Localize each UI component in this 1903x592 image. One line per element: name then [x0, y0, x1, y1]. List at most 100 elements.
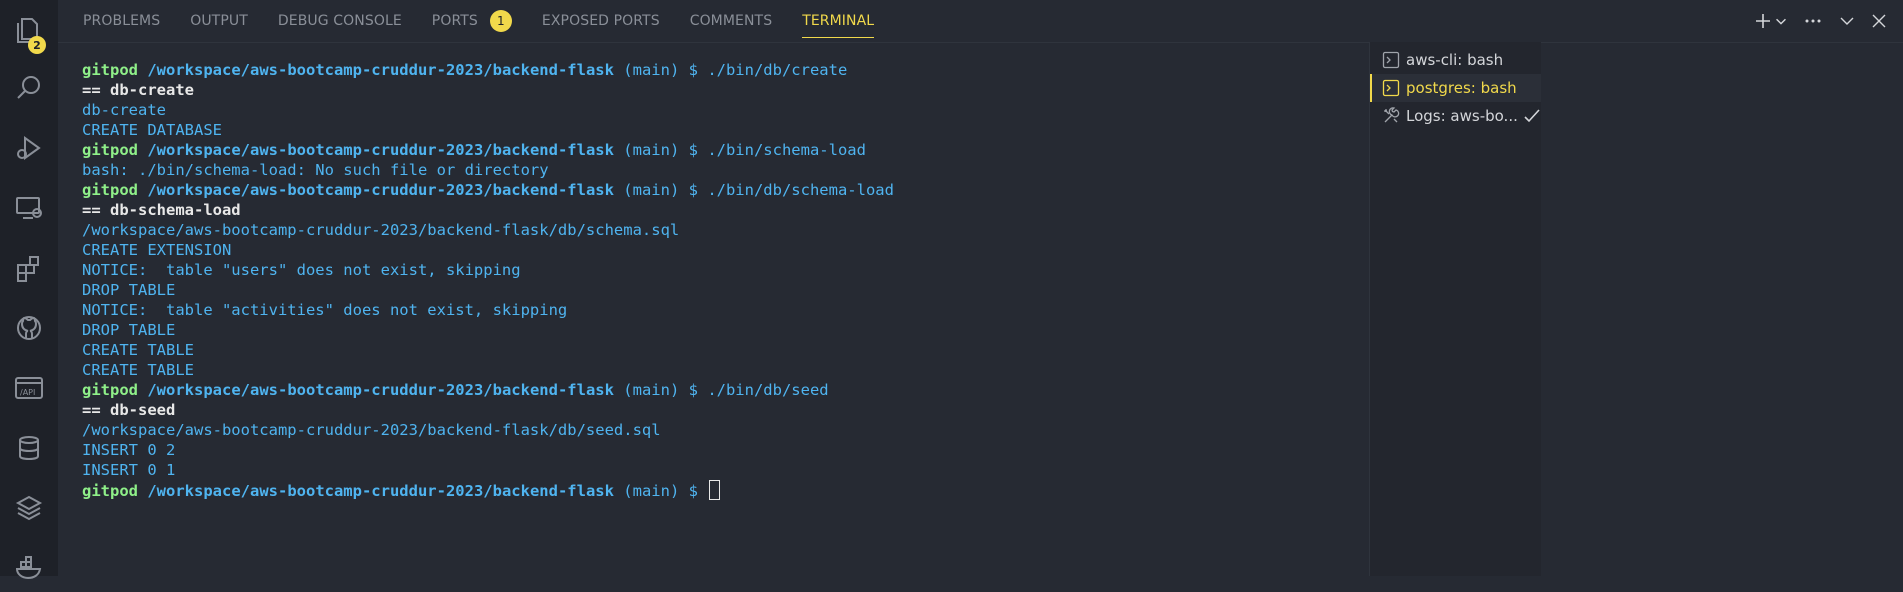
terminal-line: gitpod /workspace/aws-bootcamp-cruddur-2… [82, 380, 1472, 400]
terminal-line: INSERT 0 2 [82, 440, 1472, 460]
terminal-item-postgres[interactable]: postgres: bash [1370, 74, 1541, 102]
output-text: /workspace/aws-bootcamp-cruddur-2023/bac… [82, 421, 661, 439]
bottom-panel: PROBLEMS OUTPUT DEBUG CONSOLE PORTS 1 EXP… [58, 0, 1903, 576]
tab-problems[interactable]: PROBLEMS [83, 0, 160, 42]
command-text: ./bin/db/create [707, 61, 848, 79]
tab-exposed-ports[interactable]: EXPOSED PORTS [542, 0, 660, 42]
tab-label: PROBLEMS [83, 13, 161, 29]
terminal-dropdown-icon[interactable] [1773, 7, 1789, 35]
output-text: CREATE EXTENSION [82, 241, 232, 259]
tab-label: COMMENTS [689, 13, 773, 29]
output-text: INSERT 0 2 [82, 441, 176, 459]
terminal-line: CREATE EXTENSION [82, 240, 1472, 260]
output-text: NOTICE: table "activities" does not exis… [82, 301, 568, 319]
terminal-item-label: Logs: aws-bo... [1406, 107, 1518, 125]
layers-icon[interactable] [0, 484, 58, 532]
tab-label: TERMINAL [802, 13, 875, 29]
output-text: INSERT 0 1 [82, 461, 176, 479]
tools-icon [1382, 107, 1400, 125]
terminal-line: == db-create [82, 80, 1472, 100]
collapse-panel-icon[interactable] [1833, 7, 1861, 35]
terminal-line: NOTICE: table "users" does not exist, sk… [82, 260, 1472, 280]
extensions-icon[interactable] [0, 244, 58, 292]
run-debug-icon[interactable] [0, 124, 58, 172]
prompt-user: gitpod [82, 482, 138, 500]
prompt-user: gitpod [82, 141, 138, 159]
terminal-line: bash: ./bin/schema-load: No such file or… [82, 160, 1472, 180]
panel-header: PROBLEMS OUTPUT DEBUG CONSOLE PORTS 1 EXP… [58, 0, 1903, 43]
terminal-cursor [709, 480, 721, 500]
terminal-icon [1382, 51, 1400, 69]
tab-label: OUTPUT [190, 13, 248, 29]
terminal-line: DROP TABLE [82, 280, 1472, 300]
terminal-item-label: postgres: bash [1406, 79, 1517, 97]
terminal-line: /workspace/aws-bootcamp-cruddur-2023/bac… [82, 420, 1472, 440]
prompt-symbol: $ [688, 141, 698, 159]
prompt-branch: (main) [623, 61, 680, 79]
prompt-branch: (main) [623, 381, 680, 399]
docker-icon[interactable] [0, 544, 58, 592]
terminal-line: gitpod /workspace/aws-bootcamp-cruddur-2… [82, 180, 1472, 200]
output-text: DROP TABLE [82, 281, 176, 299]
prompt-path: /workspace/aws-bootcamp-cruddur-2023/bac… [147, 482, 614, 500]
panel-tabs: PROBLEMS OUTPUT DEBUG CONSOLE PORTS 1 EXP… [83, 0, 904, 42]
database-icon[interactable] [0, 424, 58, 472]
output-text: NOTICE: table "users" does not exist, sk… [82, 261, 521, 279]
github-icon[interactable] [0, 304, 58, 352]
tab-label: DEBUG CONSOLE [277, 13, 402, 29]
check-icon [1523, 107, 1541, 125]
prompt-branch: (main) [623, 181, 680, 199]
section-heading: == db-seed [82, 401, 176, 419]
tab-debug-console[interactable]: DEBUG CONSOLE [278, 0, 402, 42]
output-text: db-create [82, 101, 166, 119]
tab-label: EXPOSED PORTS [541, 13, 660, 29]
search-icon[interactable] [0, 64, 58, 112]
tab-ports[interactable]: PORTS 1 [432, 0, 512, 42]
prompt-symbol: $ [688, 61, 698, 79]
api-icon[interactable]: /API [0, 364, 58, 412]
terminal-line: gitpod /workspace/aws-bootcamp-cruddur-2… [82, 480, 1472, 500]
terminal-item-logs[interactable]: Logs: aws-bo... [1370, 102, 1541, 130]
terminal-item-label: aws-cli: bash [1406, 51, 1504, 69]
terminal-line: NOTICE: table "activities" does not exis… [82, 300, 1472, 320]
prompt-path: /workspace/aws-bootcamp-cruddur-2023/bac… [147, 381, 614, 399]
terminal-line: INSERT 0 1 [82, 460, 1472, 480]
terminal-line: DROP TABLE [82, 320, 1472, 340]
svg-text:/API: /API [20, 388, 35, 397]
prompt-symbol: $ [688, 482, 698, 500]
output-text: CREATE TABLE [82, 361, 194, 379]
prompt-path: /workspace/aws-bootcamp-cruddur-2023/bac… [147, 61, 614, 79]
output-text: CREATE DATABASE [82, 121, 222, 139]
ports-badge: 1 [489, 10, 512, 32]
panel-actions [1747, 0, 1893, 42]
output-text: CREATE TABLE [82, 341, 194, 359]
prompt-user: gitpod [82, 181, 138, 199]
output-text: DROP TABLE [82, 321, 176, 339]
command-text: ./bin/db/schema-load [707, 181, 894, 199]
files-icon[interactable]: 2 [0, 6, 58, 54]
tab-label: PORTS [431, 13, 478, 29]
tab-output[interactable]: OUTPUT [190, 0, 248, 42]
prompt-user: gitpod [82, 381, 138, 399]
terminal-list: aws-cli: bash postgres: bash Logs: aws-b… [1369, 42, 1541, 576]
prompt-symbol: $ [688, 381, 698, 399]
prompt-branch: (main) [623, 482, 680, 500]
terminal-output[interactable]: gitpod /workspace/aws-bootcamp-cruddur-2… [82, 60, 1472, 560]
prompt-user: gitpod [82, 61, 138, 79]
terminal-item-aws-cli[interactable]: aws-cli: bash [1370, 46, 1541, 74]
more-actions-icon[interactable] [1799, 7, 1827, 35]
tab-terminal[interactable]: TERMINAL [802, 0, 875, 42]
terminal-line: gitpod /workspace/aws-bootcamp-cruddur-2… [82, 140, 1472, 160]
prompt-symbol: $ [688, 181, 698, 199]
terminal-line: gitpod /workspace/aws-bootcamp-cruddur-2… [82, 60, 1472, 80]
command-text: ./bin/db/seed [707, 381, 829, 399]
section-heading: == db-create [82, 81, 194, 99]
remote-explorer-icon[interactable] [0, 184, 58, 232]
section-heading: == db-schema-load [82, 201, 241, 219]
terminal-line: CREATE DATABASE [82, 120, 1472, 140]
prompt-branch: (main) [623, 141, 680, 159]
command-text: ./bin/schema-load [707, 141, 866, 159]
terminal-icon [1382, 79, 1400, 97]
tab-comments[interactable]: COMMENTS [690, 0, 773, 42]
close-panel-icon[interactable] [1865, 7, 1893, 35]
